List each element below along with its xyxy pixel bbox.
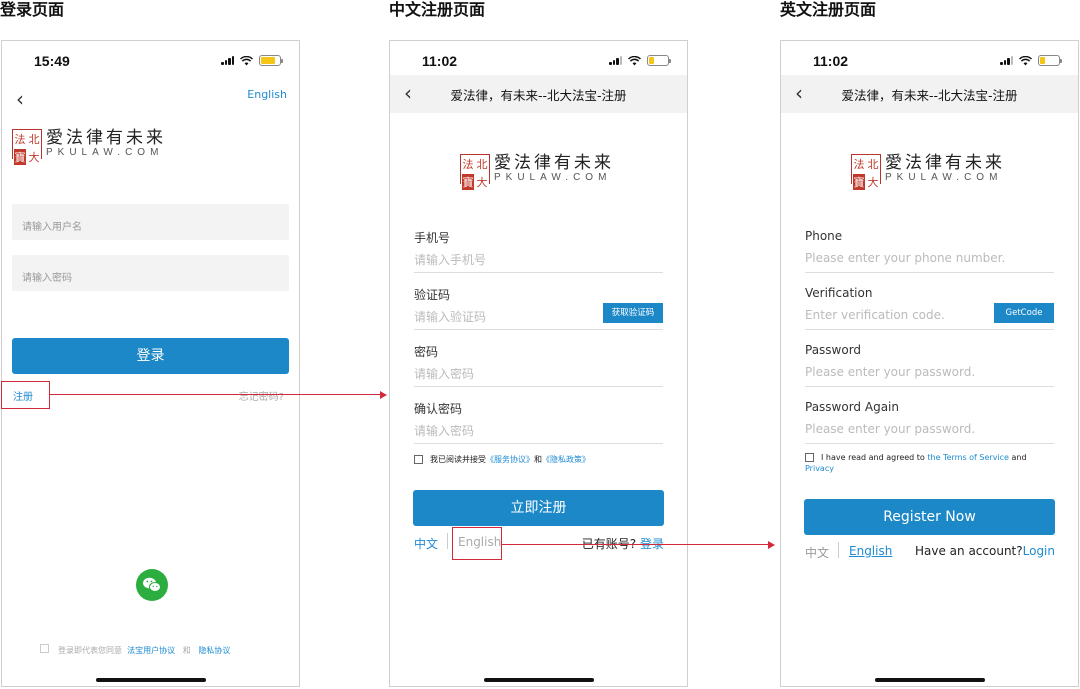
cn-register-phone-screen: 11:02 ‹ 爱法律，有未来--北大法宝-注册 法北 寶大 愛法律有未来 PK…	[389, 40, 688, 687]
get-code-button[interactable]: 获取验证码	[603, 303, 663, 323]
lang-divider	[447, 533, 448, 549]
status-time: 11:02	[422, 53, 458, 69]
home-indicator	[483, 678, 594, 682]
password-input[interactable]: 请输入密码	[12, 255, 289, 291]
login-link[interactable]: Login	[1023, 544, 1055, 558]
login-agree-text: 登录即代表您同意 法宝用户协议 和 隐私协议	[58, 646, 231, 655]
get-code-button[interactable]: GetCode	[994, 303, 1054, 323]
wifi-icon	[240, 55, 253, 65]
login-navbar: ‹ English	[2, 81, 299, 113]
cn-register-navbar: ‹ 爱法律，有未来--北大法宝-注册	[390, 75, 687, 113]
password-again-input[interactable]: Please enter your password.	[805, 422, 1054, 444]
confirm-password-label: 确认密码	[414, 402, 463, 416]
home-indicator	[95, 678, 206, 682]
wechat-login-icon[interactable]	[136, 569, 168, 601]
signal-icon	[1000, 56, 1013, 65]
password-label: 密码	[414, 345, 439, 359]
password-input[interactable]: 请输入密码	[414, 365, 663, 387]
agree-text: 我已阅读并接受《服务协议》和《隐私政策》	[430, 455, 590, 464]
pkulaw-logo: 法北 寶大 愛法律有未来 PKULAW.COM	[851, 153, 1005, 191]
status-bar: 15:49	[2, 41, 299, 81]
service-agreement-link[interactable]: 《服务协议》	[486, 455, 534, 464]
pkulaw-logo: 法北 寶大 愛法律有未来 PKULAW.COM	[12, 128, 166, 166]
navbar-title: 爱法律，有未来--北大法宝-注册	[841, 88, 1018, 103]
verification-label: Verification	[805, 286, 873, 300]
pkulaw-seal-icon: 法北 寶大	[851, 154, 881, 191]
login-section-title: 登录页面	[0, 0, 65, 19]
signal-icon	[609, 56, 622, 65]
pkulaw-logo: 法北 寶大 愛法律有未来 PKULAW.COM	[460, 153, 614, 191]
register-highlight-box	[1, 381, 50, 409]
privacy-link[interactable]: 隐私协议	[198, 646, 230, 655]
login-button[interactable]: 登录	[12, 338, 289, 374]
logo-english-text: PKULAW.COM	[885, 172, 1003, 183]
cn-register-section-title: 中文注册页面	[389, 0, 486, 19]
signal-icon	[221, 56, 234, 65]
battery-low-icon	[647, 55, 671, 66]
has-account-text: Have an account?Login	[915, 544, 1055, 558]
en-register-navbar: ‹ 爱法律，有未来--北大法宝-注册	[781, 75, 1078, 113]
arrow-to-en-register	[502, 544, 769, 546]
battery-charging-icon	[259, 55, 283, 66]
status-time: 15:49	[34, 53, 70, 69]
lang-divider	[838, 542, 839, 558]
lang-chinese-tab[interactable]: 中文	[805, 544, 829, 561]
pkulaw-seal-icon: 法北 寶大	[12, 129, 42, 166]
password-label: Password	[805, 343, 862, 357]
pkulaw-seal-icon: 法北 寶大	[460, 154, 490, 191]
confirm-password-input[interactable]: 请输入密码	[414, 422, 663, 444]
phone-input[interactable]: 请输入手机号	[414, 251, 663, 273]
privacy-policy-link[interactable]: 《隐私政策》	[542, 455, 590, 464]
logo-english-text: PKULAW.COM	[494, 172, 612, 183]
terms-of-service-link[interactable]: the Terms of Service	[927, 453, 1009, 462]
logo-chinese-text: 愛法律有未来	[494, 153, 614, 173]
battery-low-icon	[1038, 55, 1062, 66]
phone-label: Phone	[805, 229, 843, 243]
navbar-title: 爱法律，有未来--北大法宝-注册	[450, 88, 627, 103]
register-button[interactable]: 立即注册	[413, 490, 664, 526]
wifi-icon	[1019, 55, 1032, 65]
code-label: 验证码	[414, 288, 451, 302]
arrow-head-icon	[380, 390, 387, 399]
forgot-password-link[interactable]: 忘记密码?	[239, 388, 284, 403]
lang-english-tab[interactable]: English	[849, 544, 892, 558]
wifi-icon	[628, 55, 641, 65]
password-again-label: Password Again	[805, 400, 899, 414]
english-highlight-box	[452, 527, 502, 560]
logo-english-text: PKULAW.COM	[46, 147, 164, 158]
en-register-section-title: 英文注册页面	[780, 0, 877, 19]
login-agree-checkbox[interactable]	[40, 644, 49, 653]
lang-chinese-tab[interactable]: 中文	[414, 535, 438, 552]
status-time: 11:02	[813, 53, 849, 69]
register-now-button[interactable]: Register Now	[804, 499, 1055, 535]
user-agreement-link[interactable]: 法宝用户协议	[127, 646, 175, 655]
login-phone-screen: 15:49 ‹ English 法北 寶大 愛法律有未来 PKULAW.COM …	[1, 40, 300, 687]
username-input[interactable]: 请输入用户名	[12, 204, 289, 240]
agree-checkbox[interactable]	[414, 455, 423, 464]
english-language-link[interactable]: English	[247, 88, 287, 101]
password-input[interactable]: Please enter your password.	[805, 365, 1054, 387]
back-chevron-icon[interactable]: ‹	[16, 87, 24, 111]
phone-label: 手机号	[414, 231, 451, 245]
arrow-to-cn-register	[50, 394, 381, 396]
logo-chinese-text: 愛法律有未来	[46, 128, 166, 148]
en-register-phone-screen: 11:02 ‹ 爱法律，有未来--北大法宝-注册 法北 寶大 愛法律有未来 PK…	[780, 40, 1079, 687]
home-indicator	[874, 678, 985, 682]
agree-text: I have read and agreed to the Terms of S…	[805, 453, 1027, 473]
phone-input[interactable]: Please enter your phone number.	[805, 251, 1054, 273]
logo-chinese-text: 愛法律有未来	[885, 153, 1005, 173]
privacy-link[interactable]: Privacy	[805, 464, 834, 473]
arrow-head-icon	[768, 540, 775, 549]
